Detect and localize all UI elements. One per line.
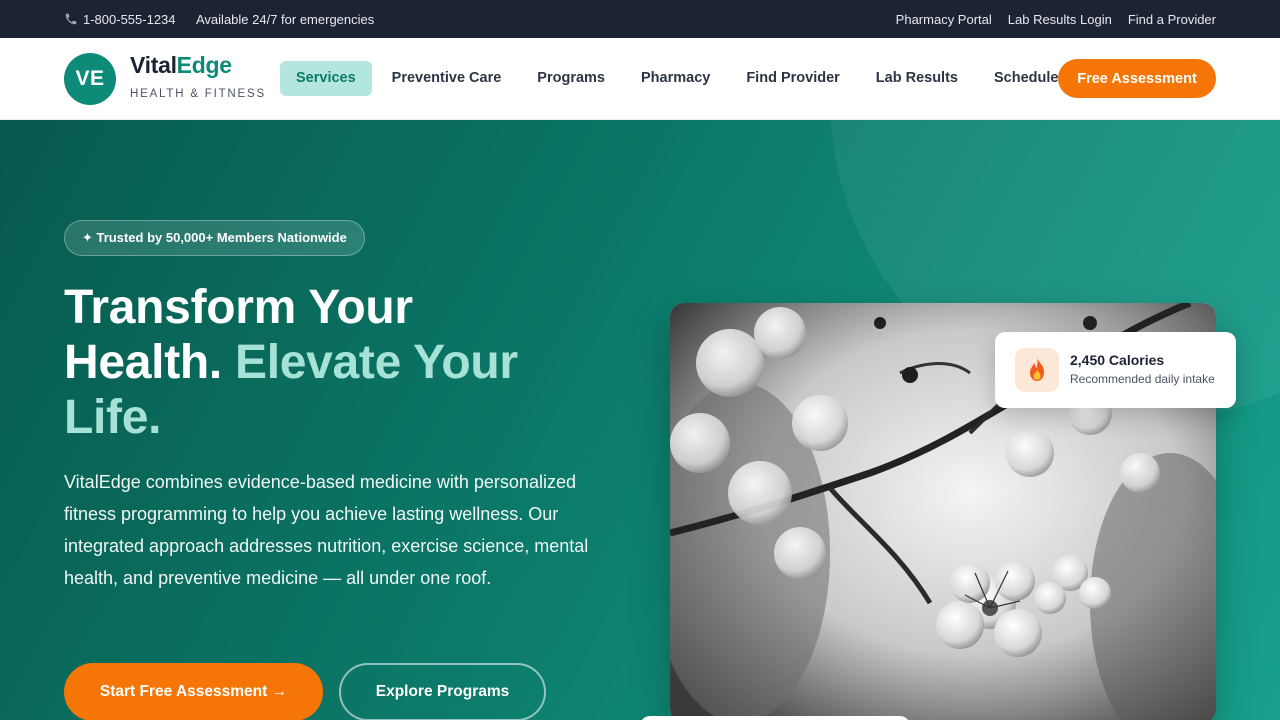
secondary-card-peek — [640, 716, 910, 720]
headline-line3: Life. — [64, 391, 162, 444]
brand-name-part2: Edge — [176, 52, 232, 78]
phone-icon — [65, 13, 77, 25]
phone-number: 1-800-555-1234 — [83, 11, 176, 27]
nav-item-services[interactable]: Services — [280, 61, 372, 96]
brand-tagline: HEALTH & FITNESS — [130, 88, 266, 100]
logo-badge[interactable]: VE — [64, 53, 116, 105]
explore-programs-button[interactable]: Explore Programs — [339, 663, 546, 720]
hero-headline: Transform Your Health. Elevate Your Life… — [64, 280, 644, 445]
brand-name[interactable]: VitalEdge — [130, 52, 232, 79]
site-header: VE VitalEdge HEALTH & FITNESS Services P… — [0, 38, 1280, 120]
brand-name-part1: Vital — [130, 52, 177, 78]
nav-item-preventive-care[interactable]: Preventive Care — [376, 61, 518, 96]
nav-item-programs[interactable]: Programs — [521, 61, 621, 96]
calories-value: 2,450 Calories — [1070, 352, 1165, 368]
headline-line2b: Elevate Your — [234, 336, 518, 389]
headline-line2a: Health. — [64, 336, 222, 389]
lab-results-login-link[interactable]: Lab Results Login — [1008, 12, 1112, 27]
start-free-assessment-button[interactable]: Start Free Assessment → — [64, 663, 323, 720]
pharmacy-portal-link[interactable]: Pharmacy Portal — [896, 12, 992, 27]
nav-item-find-provider[interactable]: Find Provider — [730, 61, 855, 96]
headline-line1: Transform Your — [64, 281, 413, 334]
phone-contact[interactable]: 1-800-555-1234 — [64, 0, 176, 38]
utility-bar: 1-800-555-1234 Available 24/7 for emerge… — [0, 0, 1280, 38]
find-provider-link[interactable]: Find a Provider — [1128, 12, 1216, 27]
fire-icon — [1015, 348, 1059, 392]
nav-item-lab-results[interactable]: Lab Results — [860, 61, 974, 96]
trust-badge: ✦ Trusted by 50,000+ Members Nationwide — [64, 220, 365, 256]
calories-label: Recommended daily intake — [1070, 372, 1215, 386]
hero-section: ✦ Trusted by 50,000+ Members Nationwide … — [0, 120, 1280, 720]
free-assessment-button[interactable]: Free Assessment — [1058, 59, 1216, 98]
utility-links: Pharmacy Portal Lab Results Login Find a… — [896, 0, 1216, 38]
nav-item-pharmacy[interactable]: Pharmacy — [625, 61, 726, 96]
hero-description: VitalEdge combines evidence-based medici… — [64, 472, 589, 588]
availability-text: Available 24/7 for emergencies — [196, 11, 375, 27]
calories-stat-card: 2,450 Calories Recommended daily intake — [995, 332, 1236, 408]
main-nav: Services Preventive Care Programs Pharma… — [280, 61, 1078, 96]
